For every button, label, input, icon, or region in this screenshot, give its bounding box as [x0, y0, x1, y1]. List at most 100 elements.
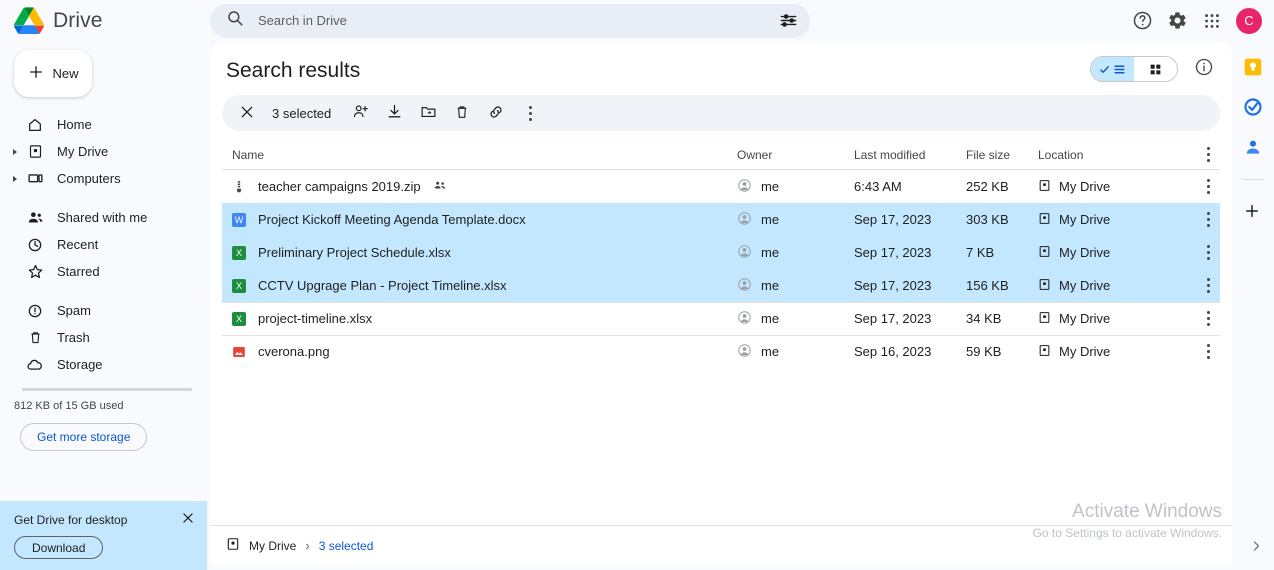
cell-location[interactable]: My Drive [1038, 245, 1173, 261]
grid-view-button[interactable] [1134, 57, 1177, 81]
close-icon[interactable] [181, 511, 195, 530]
table-row[interactable]: teacher campaigns 2019.zip me 6:43 AM 252 K… [222, 170, 1220, 203]
sidebar-item-recent[interactable]: Recent [0, 231, 210, 258]
column-options-button[interactable] [1173, 147, 1220, 162]
avatar[interactable]: C [1236, 7, 1262, 34]
cell-location[interactable]: My Drive [1038, 278, 1173, 294]
sidebar-item-label: Recent [57, 237, 99, 252]
cell-file-size: 156 KB [966, 278, 1009, 293]
column-header-last-modified[interactable]: Last modified [854, 148, 966, 162]
cell-name[interactable]: X CCTV Upgrage Plan - Project Timeline.xl… [222, 278, 737, 293]
cell-owner: me [737, 310, 854, 328]
search-bar[interactable]: Search in Drive [210, 3, 810, 38]
more-vertical-icon[interactable] [1207, 212, 1210, 227]
share-button[interactable] [343, 96, 377, 130]
my-drive-icon [26, 143, 44, 161]
row-actions-button[interactable] [1173, 245, 1220, 260]
google-keep-icon[interactable] [1243, 57, 1263, 77]
cell-name[interactable]: Xproject-timeline.xlsx [222, 311, 737, 326]
column-header-owner[interactable]: Owner [737, 148, 854, 162]
move-to-folder-button[interactable] [411, 96, 445, 130]
location-name: My Drive [1059, 179, 1111, 194]
cell-name[interactable]: teacher campaigns 2019.zip [222, 178, 737, 195]
cell-last-modified: Sep 17, 2023 [854, 212, 932, 227]
cell-location[interactable]: My Drive [1038, 344, 1173, 360]
chevron-right-icon[interactable] [13, 148, 17, 155]
table-row[interactable]: cverona.png me Sep 16, 2023 59 KB My Drive [222, 335, 1220, 368]
remove-button[interactable] [445, 96, 479, 130]
search-icon [226, 9, 244, 32]
get-more-storage-button[interactable]: Get more storage [20, 423, 148, 451]
sidebar-item-shared-with-me[interactable]: Shared with me [0, 204, 210, 231]
sidebar-item-computers[interactable]: Computers [0, 165, 210, 192]
cell-location[interactable]: My Drive [1038, 311, 1173, 327]
breadcrumb-selection[interactable]: 3 selected [319, 539, 374, 553]
nav-divider-gap [0, 285, 210, 297]
nav-divider-gap [0, 192, 210, 204]
get-link-button[interactable] [479, 96, 513, 130]
my-drive-icon [1038, 245, 1051, 261]
row-actions-button[interactable] [1173, 278, 1220, 293]
cell-location[interactable]: My Drive [1038, 179, 1173, 195]
storage-usage-text: 812 KB of 15 GB used [14, 400, 124, 412]
row-actions-button[interactable] [1173, 212, 1220, 227]
tune-filter-icon[interactable] [779, 11, 798, 30]
google-tasks-icon[interactable] [1243, 97, 1263, 117]
cell-name[interactable]: W Project Kickoff Meeting Agenda Template… [222, 212, 737, 227]
breadcrumb-root[interactable]: My Drive [249, 539, 296, 553]
more-vertical-icon[interactable] [1207, 179, 1210, 194]
sidebar-item-starred[interactable]: Starred [0, 258, 210, 285]
owner-name: me [761, 245, 780, 260]
gear-icon[interactable] [1167, 10, 1188, 31]
clear-selection-button[interactable] [230, 96, 264, 130]
row-actions-button[interactable] [1173, 344, 1220, 359]
more-vertical-icon[interactable] [1207, 245, 1210, 260]
cell-location[interactable]: My Drive [1038, 212, 1173, 228]
more-actions-button[interactable] [513, 96, 547, 130]
more-vertical-icon[interactable] [1207, 344, 1210, 359]
add-app-plus-icon[interactable] [1243, 202, 1263, 222]
owner-avatar-icon [737, 343, 752, 361]
cell-last-modified: Sep 16, 2023 [854, 344, 932, 359]
rail-divider [1242, 179, 1264, 180]
table-row[interactable]: X Preliminary Project Schedule.xlsx me Sep … [222, 236, 1220, 269]
apps-grid-icon[interactable] [1202, 11, 1222, 31]
help-circle-icon[interactable] [1132, 10, 1153, 31]
page-title: Search results [226, 59, 361, 82]
table-row[interactable]: W Project Kickoff Meeting Agenda Template… [222, 203, 1220, 236]
more-vertical-icon[interactable] [1207, 311, 1210, 326]
table-header-row: Name Owner Last modified File size Locat… [222, 140, 1220, 170]
owner-name: me [761, 278, 780, 293]
sidebar-item-home[interactable]: Home [0, 111, 210, 138]
new-button[interactable]: New [14, 50, 92, 97]
table-row[interactable]: X CCTV Upgrage Plan - Project Timeline.xl… [222, 269, 1220, 302]
column-header-file-size[interactable]: File size [966, 148, 1038, 162]
my-drive-icon [226, 537, 240, 554]
sidebar-item-spam[interactable]: Spam [0, 297, 210, 324]
column-header-name[interactable]: Name [222, 148, 737, 162]
download-drive-button[interactable]: Download [14, 536, 104, 559]
brand-area[interactable]: Drive [0, 7, 210, 34]
cell-name[interactable]: cverona.png [222, 344, 737, 359]
expand-panel-chevron-right-icon[interactable] [1250, 539, 1262, 556]
google-contacts-icon[interactable] [1243, 137, 1263, 157]
download-button[interactable] [377, 96, 411, 130]
owner-name: me [761, 212, 780, 227]
search-input[interactable]: Search in Drive [258, 13, 765, 28]
column-header-location[interactable]: Location [1038, 148, 1173, 162]
cell-owner: me [737, 277, 854, 295]
more-vertical-icon[interactable] [1207, 278, 1210, 293]
row-actions-button[interactable] [1173, 311, 1220, 326]
table-row[interactable]: Xproject-timeline.xlsx me Sep 17, 2023 34 K… [222, 302, 1220, 335]
list-view-button[interactable] [1091, 57, 1134, 81]
home-icon [26, 116, 44, 134]
row-actions-button[interactable] [1173, 179, 1220, 194]
cell-last-modified: Sep 17, 2023 [854, 278, 932, 293]
person-add-icon [352, 103, 369, 123]
info-circle-icon[interactable] [1194, 57, 1214, 82]
cell-name[interactable]: X Preliminary Project Schedule.xlsx [222, 245, 737, 260]
sidebar-item-trash[interactable]: Trash [0, 324, 210, 351]
chevron-right-icon[interactable] [13, 175, 17, 182]
sidebar-item-storage[interactable]: Storage [0, 351, 210, 378]
sidebar-item-my-drive[interactable]: My Drive [0, 138, 210, 165]
